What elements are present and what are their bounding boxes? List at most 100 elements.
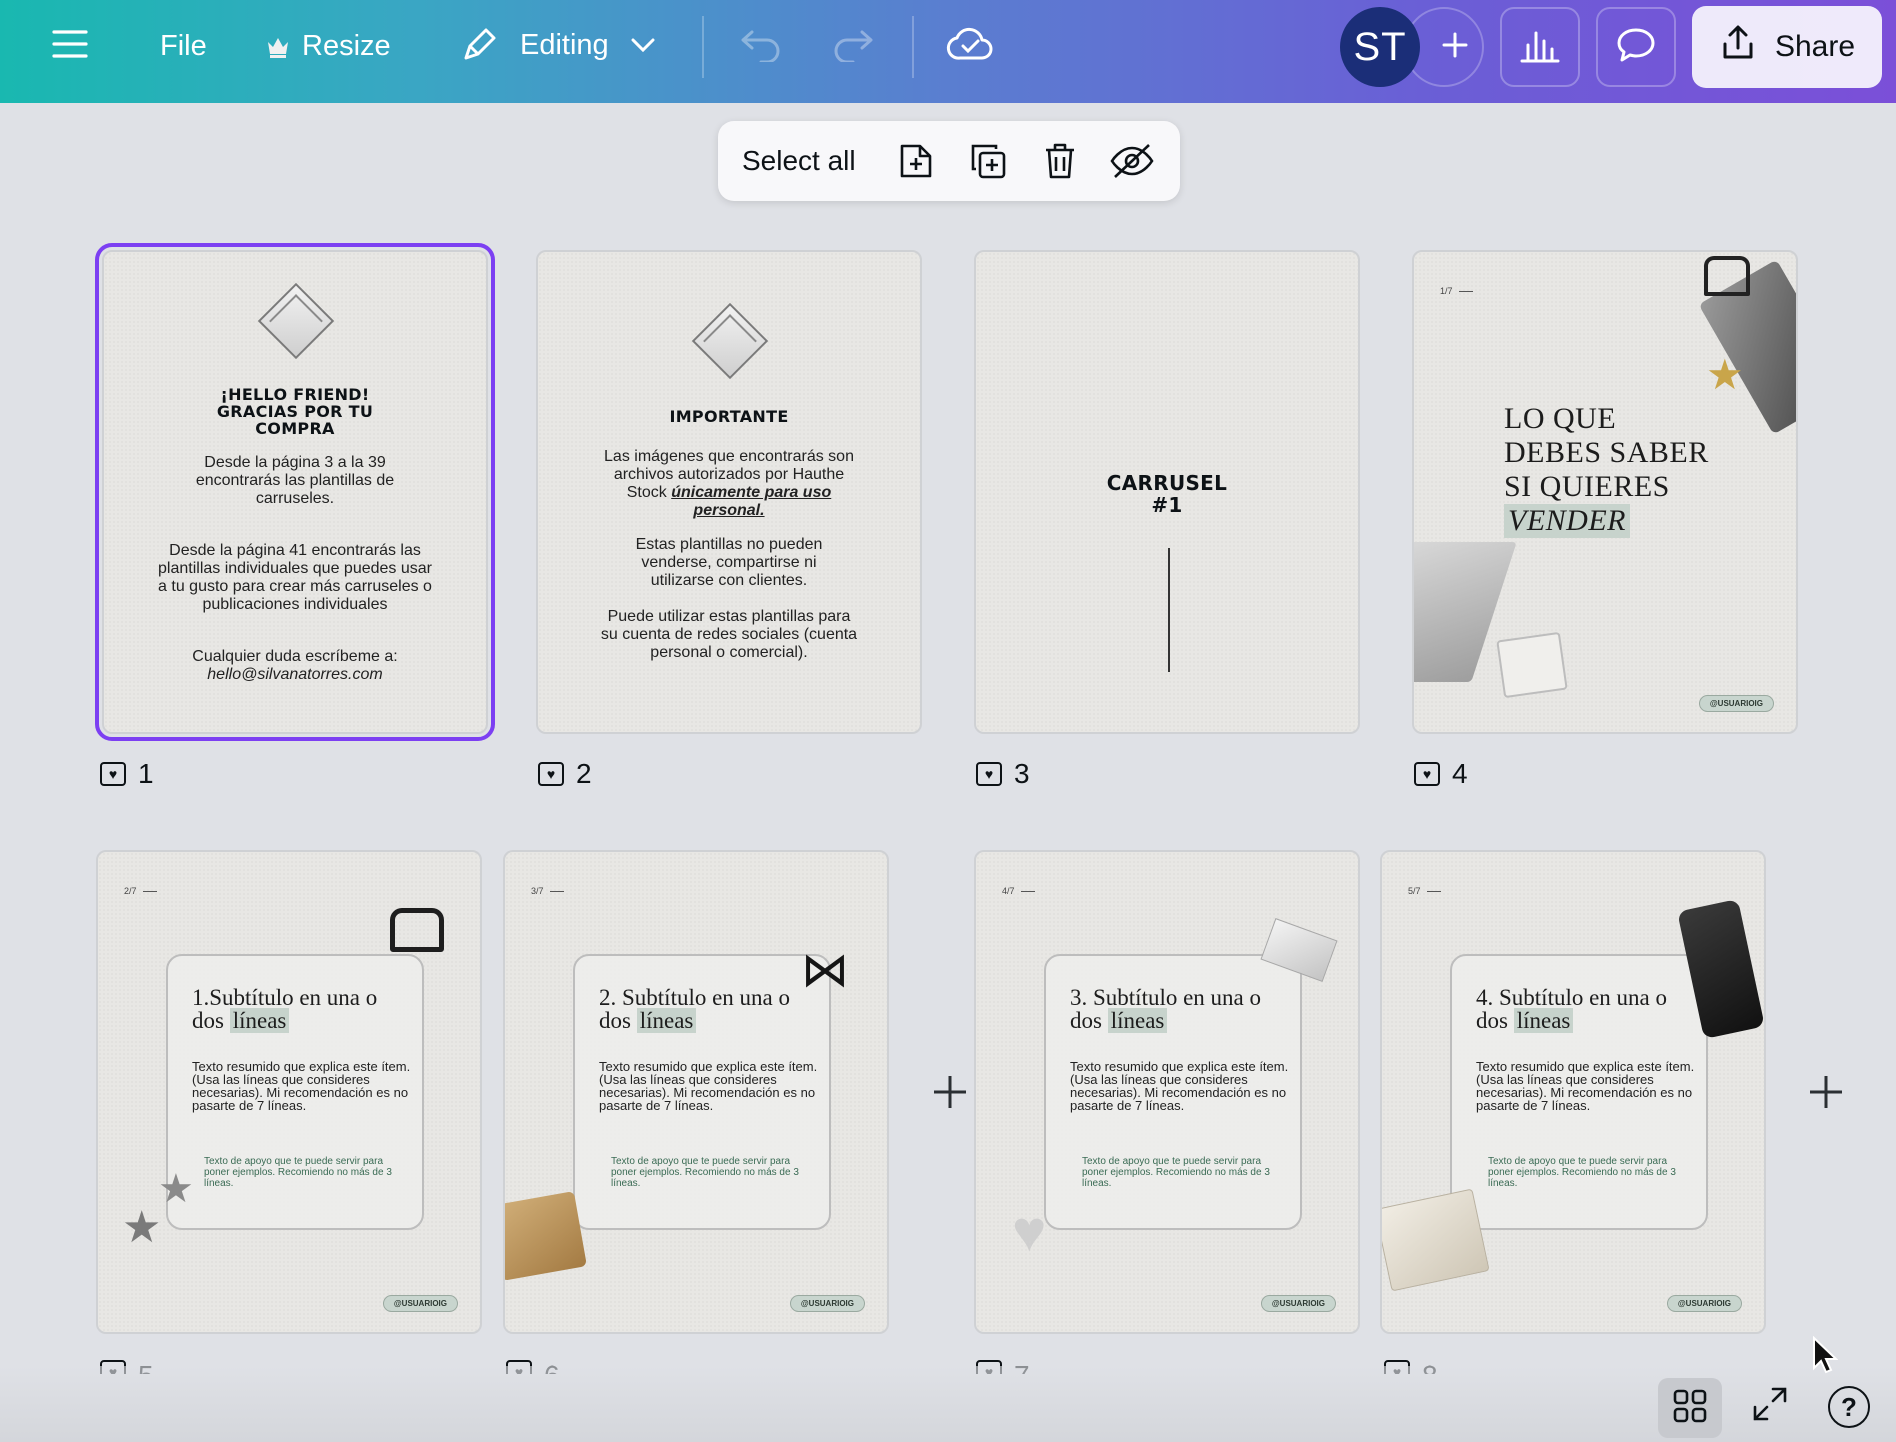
redo-icon[interactable] [832, 28, 874, 62]
card-support-text: Texto de apoyo que te puede servir para … [1488, 1156, 1676, 1189]
page-counter: 3/7 [531, 886, 564, 896]
page-thumbnail-7[interactable]: 4/7 3. Subtítulo en una o dos líneas Tex… [974, 850, 1360, 1334]
content-card: 3. Subtítulo en una o dos líneas Texto r… [1044, 954, 1302, 1230]
star-icon: ★ [122, 1203, 162, 1252]
star-icon: ★ [158, 1167, 194, 1211]
page-thumbnail-5[interactable]: 2/7 1.Subtítulo en una o dos líneas Text… [96, 850, 482, 1334]
page-thumbnail-4[interactable]: 1/7 ★ LO QUE DEBES SABER SI QUIERES VEND… [1412, 250, 1798, 734]
heart-icon: ♥ [976, 762, 1002, 786]
comment-icon [1616, 27, 1656, 68]
trash-icon[interactable] [1030, 131, 1090, 191]
grid-view-button[interactable] [1658, 1378, 1722, 1438]
page-thumbnail-2[interactable]: IMPORTANTE Las imágenes que encontrarás … [536, 250, 922, 734]
hide-page-icon[interactable] [1102, 131, 1162, 191]
separator [702, 16, 704, 78]
editing-mode-button[interactable]: Editing [460, 26, 655, 64]
file-menu[interactable]: File [160, 30, 207, 63]
mouse-cursor-icon [1812, 1335, 1839, 1379]
fullscreen-button[interactable] [1748, 1384, 1792, 1428]
card-title-highlight: líneas [229, 1008, 290, 1033]
page4-title: LO QUE DEBES SABER SI QUIERES VENDER [1504, 402, 1709, 538]
envelope-icon [691, 302, 769, 380]
add-page-plus-icon[interactable] [930, 1072, 970, 1112]
binder-clip-icon [1704, 256, 1750, 296]
cloud-saved-icon[interactable] [946, 24, 994, 64]
heart-icon: ♥ [1012, 1199, 1047, 1264]
calendar-icon [1496, 631, 1568, 699]
card-text: Texto resumido que explica este ítem. (U… [1070, 1059, 1289, 1113]
planner-image [1382, 1188, 1490, 1292]
chevron-down-icon [631, 38, 655, 52]
page-thumbnail-3[interactable]: CARRUSEL #1 [974, 250, 1360, 734]
page-number: 1 [138, 758, 154, 789]
plus-icon [1441, 31, 1469, 64]
page-thumbnail-6[interactable]: 3/7 2. Subtítulo en una o dos líneas Tex… [503, 850, 889, 1334]
undo-icon[interactable] [740, 28, 782, 62]
card-title-highlight: líneas [1107, 1008, 1168, 1033]
page1-heading: ¡HELLO FRIEND! GRACIAS POR TU COMPRA [216, 385, 374, 438]
page4-title-line3: SI QUIERES [1504, 470, 1670, 503]
top-toolbar: File Resize Editing ST Share [0, 0, 1896, 103]
select-all-button[interactable]: Select all [742, 145, 856, 177]
card-support-text: Texto de apoyo que te puede servir para … [611, 1156, 799, 1189]
page-label-4[interactable]: ♥ 4 [1414, 758, 1468, 790]
card-support-text: Texto de apoyo que te puede servir para … [204, 1156, 392, 1189]
page4-title-line1: LO QUE [1504, 402, 1617, 435]
add-page-icon[interactable] [886, 131, 946, 191]
menu-icon[interactable] [52, 28, 88, 60]
pencil-icon [460, 26, 498, 64]
page-thumbnail-1[interactable]: ¡HELLO FRIEND! GRACIAS POR TU COMPRA Des… [95, 243, 495, 741]
heart-icon: ♥ [1414, 762, 1440, 786]
help-icon: ? [1841, 1391, 1857, 1422]
page2-paragraph-1-emphasis: únicamente para uso personal. [671, 484, 832, 519]
page-thumbnail-8[interactable]: 5/7 4. Subtítulo en una o dos líneas Tex… [1380, 850, 1766, 1334]
page-selection-toolbar: Select all [718, 121, 1180, 201]
upload-icon [1719, 24, 1757, 70]
help-button[interactable]: ? [1828, 1386, 1870, 1428]
add-page-plus-icon[interactable] [1806, 1072, 1846, 1112]
page2-paragraph-2: Estas plantillas no pueden venderse, com… [635, 536, 823, 589]
username-badge: @USUARIOIG [1666, 1295, 1742, 1312]
page1-paragraph-1: Desde la página 3 a la 39 encontrarás la… [195, 454, 395, 507]
username-badge: @USUARIOIG [382, 1295, 458, 1312]
star-icon: ★ [1706, 351, 1744, 398]
page-label-2[interactable]: ♥ 2 [538, 758, 592, 790]
resize-label: Resize [302, 30, 391, 62]
card-support-text: Texto de apoyo que te puede servir para … [1082, 1156, 1270, 1189]
page3-title-line2: #1 [1151, 493, 1183, 517]
bar-chart-icon [1520, 27, 1560, 68]
share-button[interactable]: Share [1692, 6, 1882, 88]
page2-paragraph-3: Puede utilizar estas plantillas para su … [600, 608, 858, 661]
page-number: 2 [576, 758, 592, 789]
folder-image [505, 1191, 587, 1281]
resize-button[interactable]: Resize [266, 30, 391, 63]
file-label: File [160, 30, 207, 62]
card-text: Texto resumido que explica este ítem. (U… [599, 1059, 818, 1113]
insights-button[interactable] [1500, 7, 1580, 87]
comments-button[interactable] [1596, 7, 1676, 87]
page-counter: 5/7 [1408, 886, 1441, 896]
page1-email: hello@silvanatorres.com [207, 666, 383, 683]
content-card: 2. Subtítulo en una o dos líneas Texto r… [573, 954, 831, 1230]
crown-icon [266, 36, 290, 58]
username-badge: @USUARIOIG [1698, 695, 1774, 712]
binder-clip-icon [390, 908, 444, 952]
page-label-1[interactable]: ♥ 1 [100, 758, 154, 790]
grid-icon [1672, 1388, 1708, 1429]
username-badge: @USUARIOIG [1260, 1295, 1336, 1312]
card-text: Texto resumido que explica este ítem. (U… [192, 1059, 411, 1113]
envelope-icon [257, 282, 335, 360]
page-number: 3 [1014, 758, 1030, 789]
avatar[interactable]: ST [1340, 7, 1420, 87]
heart-icon: ♥ [100, 762, 126, 786]
arrow-down-icon [1168, 548, 1170, 672]
username-badge: @USUARIOIG [789, 1295, 865, 1312]
page1-paragraph-2: Desde la página 41 encontrarás las plant… [158, 542, 432, 613]
bottom-bar [0, 1366, 1896, 1442]
duplicate-page-icon[interactable] [958, 131, 1018, 191]
page-counter: 1/7 [1440, 286, 1473, 296]
page1-paragraph-3: Cualquier duda escríbeme a: [192, 648, 398, 665]
page3-title-line1: CARRUSEL [1106, 471, 1228, 495]
ribbon-bow-icon: ⋈ [801, 944, 849, 997]
page-label-3[interactable]: ♥ 3 [976, 758, 1030, 790]
